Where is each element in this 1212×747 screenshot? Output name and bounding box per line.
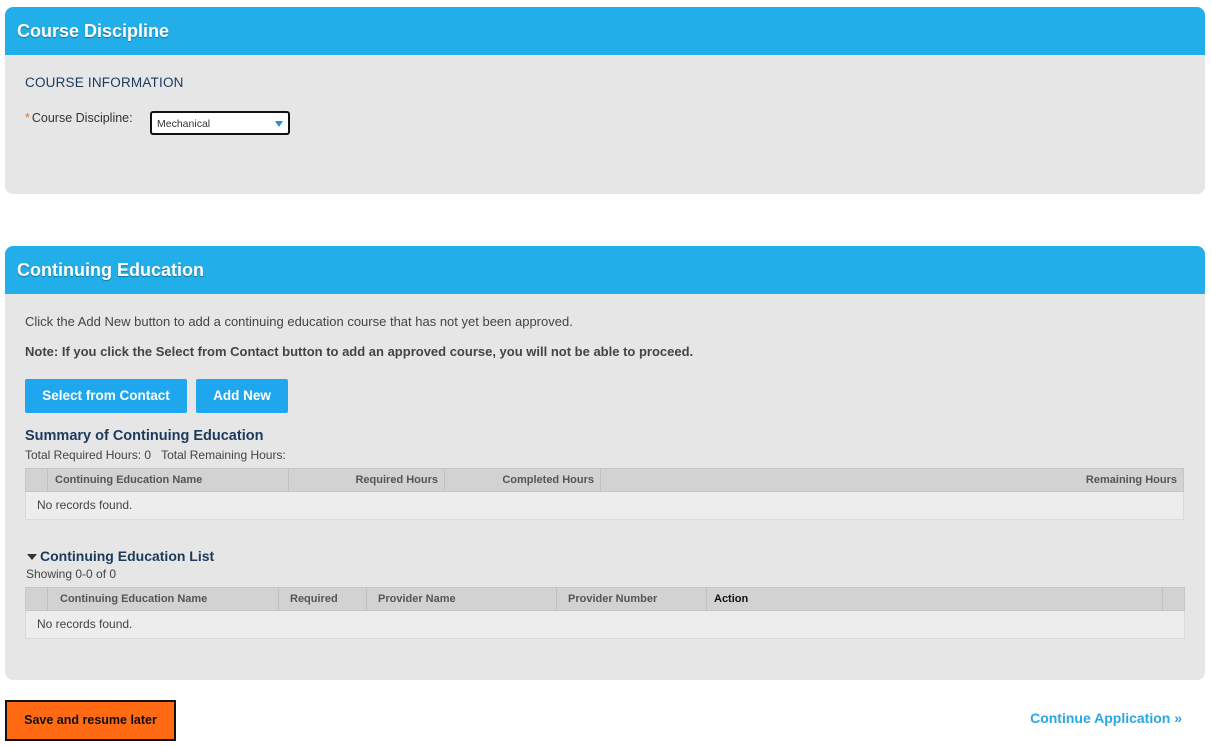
note-text: Note: If you click the Select from Conta… — [25, 344, 694, 359]
column-header: Action — [707, 588, 1163, 610]
course-discipline-header: Course Discipline — [5, 7, 1205, 55]
total-remaining-hours: Total Remaining Hours: — [161, 448, 286, 462]
add-new-button[interactable]: Add New — [196, 379, 288, 413]
summary-header-spacer — [26, 469, 48, 491]
summary-empty-row: No records found. — [25, 492, 1184, 520]
list-header-end — [1163, 588, 1184, 610]
course-discipline-label-text: Course Discipline: — [31, 111, 133, 125]
column-header[interactable]: Provider Name — [367, 588, 557, 610]
ce-list-table-header: Continuing Education Name Required Provi… — [25, 587, 1185, 611]
continuing-education-panel: Continuing Education Click the Add New b… — [5, 246, 1205, 680]
course-discipline-select[interactable]: Mechanical — [150, 111, 290, 135]
summary-title: Summary of Continuing Education — [25, 428, 264, 444]
column-header[interactable]: Required Hours — [289, 469, 445, 491]
ce-list-toggle[interactable]: Continuing Education List — [27, 548, 214, 564]
course-information-title: COURSE INFORMATION — [25, 75, 184, 90]
summary-table-header: Continuing Education Name Required Hours… — [25, 468, 1184, 492]
continuing-education-header: Continuing Education — [5, 246, 1205, 294]
course-discipline-panel: Course Discipline COURSE INFORMATION * Co… — [5, 7, 1205, 194]
column-header[interactable]: Required — [279, 588, 367, 610]
total-required-hours: Total Required Hours: 0 — [25, 448, 152, 462]
ce-list-showing: Showing 0-0 of 0 — [26, 567, 117, 581]
continue-application-link[interactable]: Continue Application » — [1030, 710, 1182, 726]
column-header[interactable]: Remaining Hours — [601, 469, 1183, 491]
select-from-contact-button[interactable]: Select from Contact — [25, 379, 187, 413]
required-marker: * — [25, 111, 30, 125]
column-header[interactable]: Continuing Education Name — [48, 469, 289, 491]
summary-table: Continuing Education Name Required Hours… — [25, 468, 1184, 520]
ce-list-empty-row: No records found. — [25, 611, 1185, 639]
summary-totals: Total Required Hours: 0 Total Remaining H… — [25, 448, 296, 462]
ce-list-table: Continuing Education Name Required Provi… — [25, 587, 1185, 639]
caret-down-icon — [27, 554, 37, 561]
course-discipline-value: Mechanical — [157, 118, 211, 130]
column-header[interactable]: Continuing Education Name — [48, 588, 279, 610]
list-header-spacer — [26, 588, 48, 610]
save-and-resume-button[interactable]: Save and resume later — [5, 700, 176, 741]
instruction-text: Click the Add New button to add a contin… — [25, 314, 573, 329]
column-header[interactable]: Completed Hours — [445, 469, 601, 491]
column-header[interactable]: Provider Number — [557, 588, 707, 610]
course-discipline-label: * Course Discipline: — [25, 111, 133, 125]
ce-list-title: Continuing Education List — [40, 548, 215, 564]
chevron-down-icon — [275, 121, 283, 127]
